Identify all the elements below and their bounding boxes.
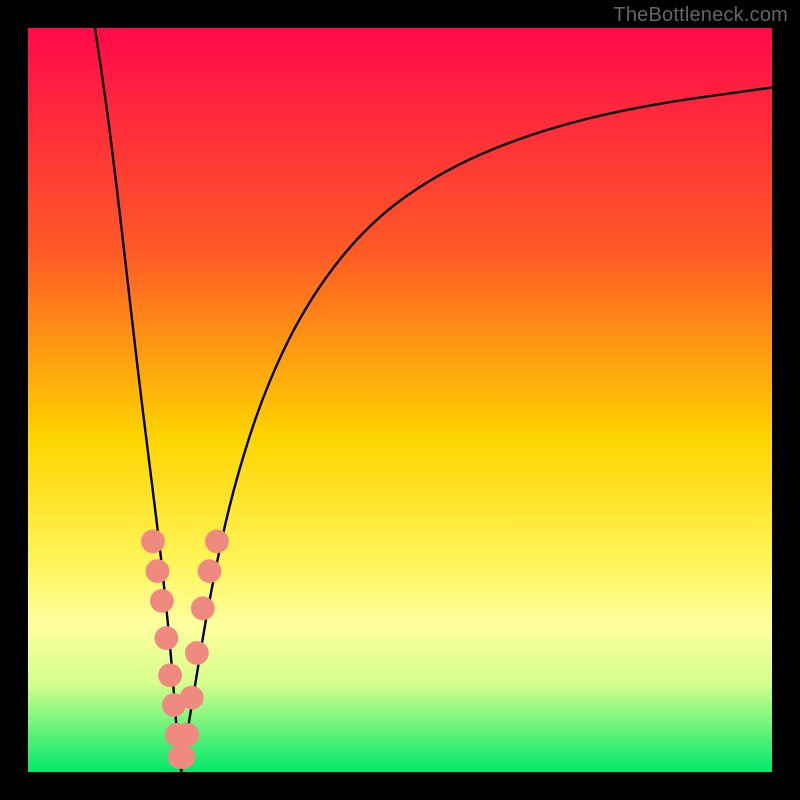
marker-dot [146,559,170,583]
marker-dot [158,663,182,687]
marker-dot [154,626,178,650]
heat-gradient-background [28,28,772,772]
marker-dot [191,596,215,620]
marker-dot [150,589,174,613]
marker-dot [180,686,204,710]
marker-dot [175,723,199,747]
chart-frame: TheBottleneck.com [0,0,800,800]
chart-svg [28,28,772,772]
marker-dot [172,745,196,769]
marker-dot [141,529,165,553]
watermark-text: TheBottleneck.com [613,4,788,27]
plot-area [28,28,772,772]
marker-dot [198,559,222,583]
marker-dot [205,529,229,553]
marker-dot [185,641,209,665]
